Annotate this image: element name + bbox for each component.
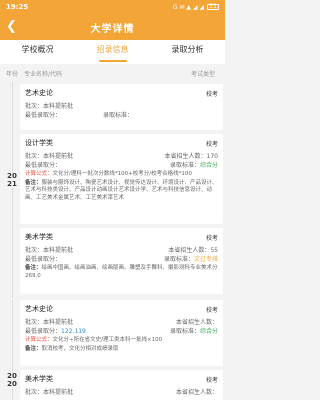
- batch-label: 批次：: [25, 103, 44, 110]
- year-divider-line: [12, 82, 13, 298]
- min-score-label: 最低录取分：: [25, 162, 62, 169]
- batch-value: 本科提前批: [43, 247, 74, 254]
- column-header: 年份 专业名称/代码 考试类型: [0, 66, 225, 80]
- year-label: 2020: [7, 372, 17, 388]
- exam-type: 校考: [205, 376, 218, 384]
- major-name: 艺术史论: [25, 305, 53, 313]
- standard-label: 录取标准：: [103, 112, 134, 119]
- column-exam-type: 考试类型: [190, 70, 215, 78]
- batch-label: 批次：: [25, 319, 44, 326]
- standard-label: 录取标准：: [169, 162, 200, 169]
- tab-admission-analysis[interactable]: 录取分析: [150, 40, 225, 64]
- list-item[interactable]: 美术学类 校考 批次： 本科提前批 本省招生人数： 55 最低录取分： 录取标准…: [20, 228, 223, 294]
- major-name: 美术学类: [25, 233, 53, 241]
- batch-value: 本科提前批: [43, 103, 74, 110]
- plan-label: 本省招生人数：: [175, 319, 218, 326]
- tab-admission-info[interactable]: 招录信息: [75, 40, 150, 64]
- exam-type: 校考: [205, 234, 218, 242]
- remark-label: 备注：: [25, 345, 42, 352]
- list-item[interactable]: 艺术史论 校考 批次： 本科提前批 最低录取分： 录取标准：: [20, 84, 223, 130]
- remark-label: 备注：: [25, 179, 42, 186]
- exam-type: 校考: [205, 306, 218, 314]
- min-score-value: 122.119: [61, 328, 86, 335]
- batch-label: 批次：: [25, 389, 44, 396]
- standard-label: 录取标准：: [163, 256, 194, 263]
- min-score-label: 最低录取分：: [25, 328, 62, 335]
- batch-label: 批次：: [25, 153, 44, 160]
- standard-value: 综合分: [199, 328, 218, 335]
- min-score-label: 最低录取分：: [25, 112, 62, 119]
- status-icons: G ✉ ▲ ◢ ◢ 31: [173, 4, 219, 11]
- status-time: 19:25: [6, 3, 29, 11]
- plan-value: 170: [206, 153, 218, 160]
- batch-value: 本科提前批: [43, 153, 74, 160]
- column-year: 年份: [6, 70, 19, 78]
- column-major: 专业名称/代码: [24, 70, 63, 78]
- exam-type: 校考: [205, 90, 218, 98]
- min-score-label: 最低录取分：: [25, 256, 62, 263]
- tab-school-overview[interactable]: 学校概况: [0, 40, 75, 64]
- list-item[interactable]: 艺术史论 校考 批次： 本科提前批 本省招生人数： 最低录取分： 122.119…: [20, 300, 223, 366]
- standard-value: 综合分: [199, 162, 218, 169]
- tab-bar: 学校概况 招录信息 录取分析: [0, 40, 225, 64]
- status-bar: 19:25 G ✉ ▲ ◢ ◢ 31: [0, 0, 225, 14]
- standard-label: 录取标准：: [169, 328, 200, 335]
- major-name: 艺术史论: [25, 89, 53, 97]
- year-label: 2021: [7, 172, 17, 188]
- standard-value: 文过专排: [193, 256, 218, 263]
- battery-icon: 31: [207, 4, 219, 10]
- calc-value: 文化分/理科一批次分数线*100+校考分/校考合格线*100: [52, 171, 192, 177]
- page-title: 大学详情: [90, 23, 135, 35]
- calc-value: 文化分÷所在省文史/理工类本科一批线×100: [52, 337, 163, 343]
- batch-value: 本科提前批: [43, 389, 74, 396]
- major-name: 美术学类: [25, 375, 53, 383]
- plan-label: 本省招生人数：: [168, 247, 211, 254]
- list-item[interactable]: 设计学类 校考 批次： 本科提前批 本省招生人数： 170 最低录取分： 录取标…: [20, 134, 223, 224]
- plan-label: 本省招生人数：: [175, 389, 218, 396]
- major-name: 设计学类: [25, 139, 53, 147]
- plan-label: 本省招生人数：: [164, 153, 207, 160]
- calc-label: 计算公式：: [25, 337, 53, 343]
- exam-type: 校考: [205, 140, 218, 148]
- remark-value: 服装与服饰设计、陶瓷艺术设计、视觉传达设计、环境设计、产品设计、艺术与科技类设计…: [25, 179, 218, 201]
- remark-label: 备注：: [25, 265, 42, 271]
- app-header: ❮ 大学详情: [0, 14, 225, 40]
- batch-label: 批次：: [25, 247, 44, 254]
- remark-value: 取消校考，文化分相对成绩录取: [41, 345, 119, 352]
- status-indicator-icons: G ✉ ▲ ◢ ◢: [172, 3, 204, 11]
- list-item[interactable]: 美术学类 校考 批次： 本科提前批 本省招生人数：: [20, 370, 223, 400]
- batch-value: 本科提前批: [43, 319, 74, 326]
- back-arrow-icon[interactable]: ❮: [6, 19, 20, 35]
- remark-value: 绘画中国画、绘画油画、绘画版画、雕塑及手舞科、摄影测科专业美术分269.0: [25, 265, 218, 279]
- calc-label: 计算公式：: [25, 171, 53, 177]
- plan-value: 55: [210, 247, 218, 254]
